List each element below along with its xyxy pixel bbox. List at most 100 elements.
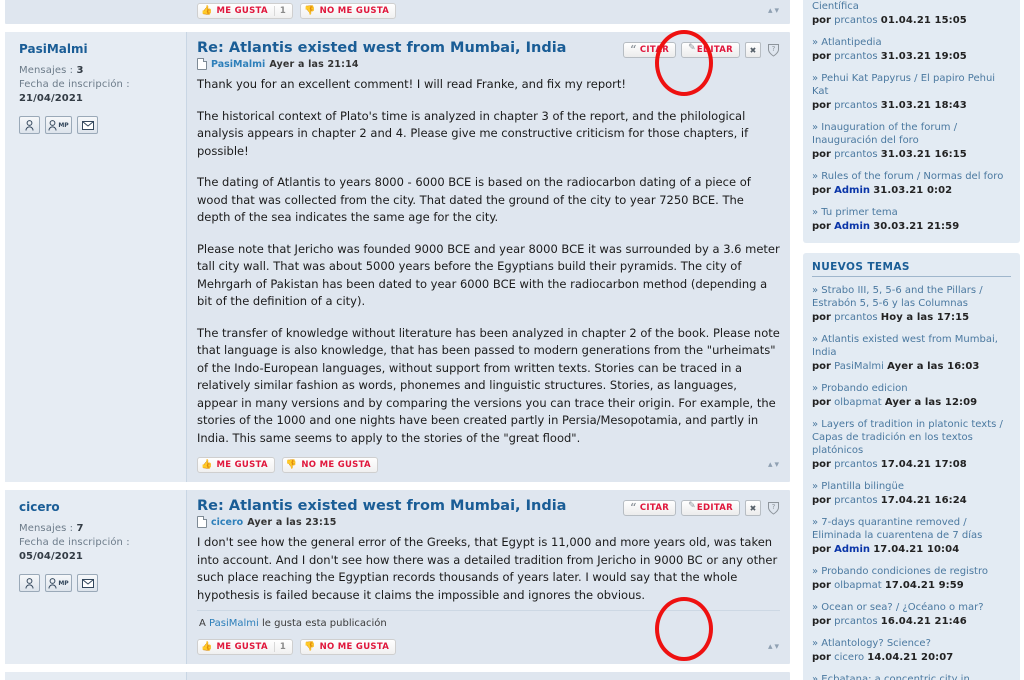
sidebar-topic-author[interactable]: prcantos [834,100,877,111]
sidebar-por-label: por [812,15,831,26]
user-profile-icon[interactable] [19,574,40,592]
sidebar-topic-title[interactable]: » Rules of the forum / Normas del foro [812,170,1011,183]
sidebar-topic-title[interactable]: » Atlantis existed west from Mumbai, Ind… [812,333,1011,359]
like-button[interactable]: 👍 ME GUSTA 1 [197,639,294,655]
sidebar-topic-title[interactable]: Científica [812,0,1011,13]
sidebar-topic-author[interactable]: Admin [834,544,870,555]
quote-button[interactable]: “ CITAR [623,500,677,516]
sidebar-topic-byline: por prcantos Hoy a las 17:15 [812,311,1011,324]
sidebar-por-label: por [812,397,831,408]
sidebar-topic-author[interactable]: prcantos [834,312,877,323]
new-topics-title: NUEVOS TEMAS [812,261,1011,277]
sidebar-topic-author[interactable]: prcantos [834,616,877,627]
delete-post-icon[interactable]: ✖ [745,42,761,58]
post-author-name[interactable]: cicero [19,500,178,514]
sidebar-topic-byline: por olbapmat Ayer a las 12:09 [812,396,1011,409]
post: PasiMalmi Mensajes : 3 Fecha de inscripc… [4,671,791,680]
private-message-icon[interactable]: MP [45,574,72,592]
sidebar-topic-author[interactable]: Admin [834,221,870,232]
sidebar-topic-title[interactable]: » Ecbatana: a concentric city in Herodot… [812,673,1011,680]
sidebar-topic-item: » Probando edicion por olbapmat Ayer a l… [812,382,1011,409]
sidebar-topic-title[interactable]: » Atlantology? Science? [812,637,1011,650]
sidebar-topic-date: 30.03.21 21:59 [873,221,960,232]
like-label: ME GUSTA [216,642,268,652]
post-author-name[interactable]: PasiMalmi [19,42,178,56]
sidebar-topic-title[interactable]: » Probando edicion [812,382,1011,395]
sidebar-por-label: por [812,459,831,470]
sidebar-topic-date: 17.04.21 16:24 [880,495,967,506]
collapse-expand-chevrons-icon[interactable]: ▴ ▾ [768,460,780,470]
sidebar-topic-title[interactable]: » Strabo III, 5, 5-6 and the Pillars / E… [812,284,1011,310]
post-main: Re: Atlantis existed west from Mumbai, I… [187,32,790,482]
dislike-button[interactable]: 👎 NO ME GUSTA [300,3,397,19]
sidebar-topic-author[interactable]: prcantos [834,495,877,506]
email-icon[interactable] [77,574,98,592]
report-shield-icon[interactable]: ? [766,501,780,516]
user-profile-icon[interactable] [19,116,40,134]
collapse-expand-chevrons-icon[interactable]: ▴ ▾ [768,6,780,16]
joined-label: Fecha de inscripción : [19,79,130,90]
report-shield-icon[interactable]: ? [766,43,780,58]
sidebar-topic-title[interactable]: » Inauguration of the forum / Inauguraci… [812,121,1011,147]
delete-post-icon[interactable]: ✖ [745,500,761,516]
messages-value: 3 [76,65,84,76]
sidebar-topic-author[interactable]: olbapmat [834,397,882,408]
sidebar-topic-byline: por prcantos 17.04.21 17:08 [812,458,1011,471]
sidebar-topic-item: » Ocean or sea? / ¿Océano o mar? por prc… [812,601,1011,628]
sidebar-topic-author[interactable]: Admin [834,185,870,196]
like-button[interactable]: 👍 ME GUSTA 1 [197,3,294,19]
dislike-button[interactable]: 👎 NO ME GUSTA [300,639,397,655]
sidebar-topic-author[interactable]: cicero [834,652,864,663]
post-body: Thank you for an excellent comment! I wi… [197,76,780,447]
post-meta: cicero Ayer a las 23:15 [197,516,566,528]
like-note-user[interactable]: PasiMalmi [209,618,259,629]
collapse-expand-chevrons-icon[interactable]: ▴ ▾ [768,642,780,652]
svg-text:?: ? [771,503,775,511]
sidebar-topic-item: » Atlantis existed west from Mumbai, Ind… [812,333,1011,373]
quote-button[interactable]: “ CITAR [623,42,677,58]
sidebar-topic-date: 31.03.21 0:02 [873,185,953,196]
post-author-joined: Fecha de inscripción : 05/04/2021 [19,536,178,564]
quote-marks-icon: “ [630,42,637,56]
post-meta-author[interactable]: PasiMalmi [211,59,265,70]
post-title[interactable]: Re: Atlantis existed west from Mumbai, I… [197,498,566,515]
post-meta-author[interactable]: cicero [211,517,243,528]
post: cicero Mensajes : 7 Fecha de inscripción… [4,489,791,665]
pencil-icon: ✎ [688,43,696,53]
sidebar-topic-title[interactable]: » Tu primer tema [812,206,1011,219]
email-icon[interactable] [77,116,98,134]
like-label: ME GUSTA [216,6,268,16]
sidebar-topic-title[interactable]: » 7-days quarantine removed / Eliminada … [812,516,1011,542]
sidebar-topic-title[interactable]: » Atlantipedia [812,36,1011,49]
sidebar-topic-author[interactable]: prcantos [834,51,877,62]
sidebar-topic-item: » Tu primer tema por Admin 30.03.21 21:5… [812,206,1011,233]
sidebar-topic-author[interactable]: prcantos [834,15,877,26]
sidebar-topic-author[interactable]: PasiMalmi [834,361,884,372]
sidebar-topic-byline: por Admin 17.04.21 10:04 [812,543,1011,556]
like-note-suffix: le gusta esta publicación [261,618,387,629]
sidebar-topic-title[interactable]: » Plantilla bilingüe [812,480,1011,493]
sidebar-topic-byline: por PasiMalmi Ayer a las 16:03 [812,360,1011,373]
sidebar-topic-title[interactable]: » Probando condiciones de registro [812,565,1011,578]
private-message-icon[interactable]: MP [45,116,72,134]
edit-button[interactable]: ✎ EDITAR [681,42,740,58]
sidebar-topic-date: 14.04.21 20:07 [867,652,954,663]
post-header: Re: Atlantis existed west from Mumbai, I… [197,496,780,534]
dislike-button[interactable]: 👎 NO ME GUSTA [281,457,378,473]
post-title[interactable]: Re: Atlantis existed west from Mumbai, I… [197,40,566,57]
sidebar-topic-author[interactable]: prcantos [834,149,877,160]
sidebar-topic-item: Científica por prcantos 01.04.21 15:05 [812,0,1011,27]
sidebar-topic-author[interactable]: olbapmat [834,580,882,591]
like-button[interactable]: 👍 ME GUSTA [197,457,275,473]
sidebar-topic-title[interactable]: » Pehui Kat Papyrus / El papiro Pehui Ka… [812,72,1011,98]
sidebar-topic-author[interactable]: prcantos [834,459,877,470]
vote-bar: 👍 ME GUSTA 👎 NO ME GUSTA ▴ ▾ [197,453,780,478]
sidebar-topic-title[interactable]: » Layers of tradition in platonic texts … [812,418,1011,457]
messages-label: Mensajes : [19,65,74,76]
messages-value: 7 [76,523,84,534]
post-paragraph: I don't see how the general error of the… [197,535,778,602]
edit-button[interactable]: ✎ EDITAR [681,500,740,516]
dislike-label: NO ME GUSTA [319,6,390,16]
sidebar-topic-title[interactable]: » Ocean or sea? / ¿Océano o mar? [812,601,1011,614]
vote-bar: 👍 ME GUSTA 1 👎 NO ME GUSTA ▴ ▾ [197,635,780,660]
